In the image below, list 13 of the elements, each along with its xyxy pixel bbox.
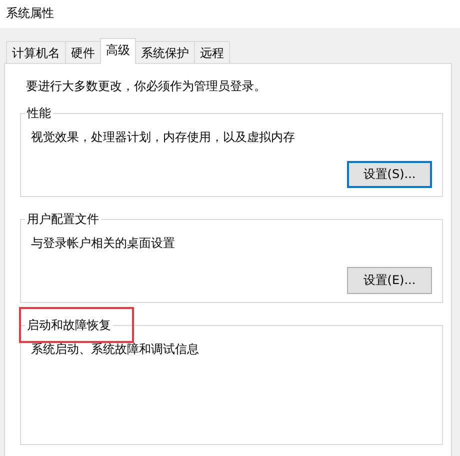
group-title: 用户配置文件 (25, 211, 101, 228)
group-description: 视觉效果，处理器计划，内存使用，以及虚拟内存 (31, 129, 296, 146)
group-description: 系统启动、系统故障和调试信息 (31, 341, 200, 358)
settings-button[interactable]: 设置(S)... (347, 161, 432, 188)
tab[interactable]: 计算机名 (6, 41, 66, 63)
notice-text: 要进行大多数更改，你必须作为管理员登录。 (26, 78, 267, 95)
settings-button[interactable]: 设置(E)... (347, 267, 432, 294)
window-title: 系统属性 (0, 0, 460, 28)
group-title: 启动和故障恢复 (25, 317, 113, 334)
tab[interactable]: 远程 (194, 41, 230, 63)
tab[interactable]: 高级 (100, 38, 136, 64)
group-description: 与登录帐户相关的桌面设置 (31, 235, 176, 252)
group-title: 性能 (25, 105, 53, 122)
